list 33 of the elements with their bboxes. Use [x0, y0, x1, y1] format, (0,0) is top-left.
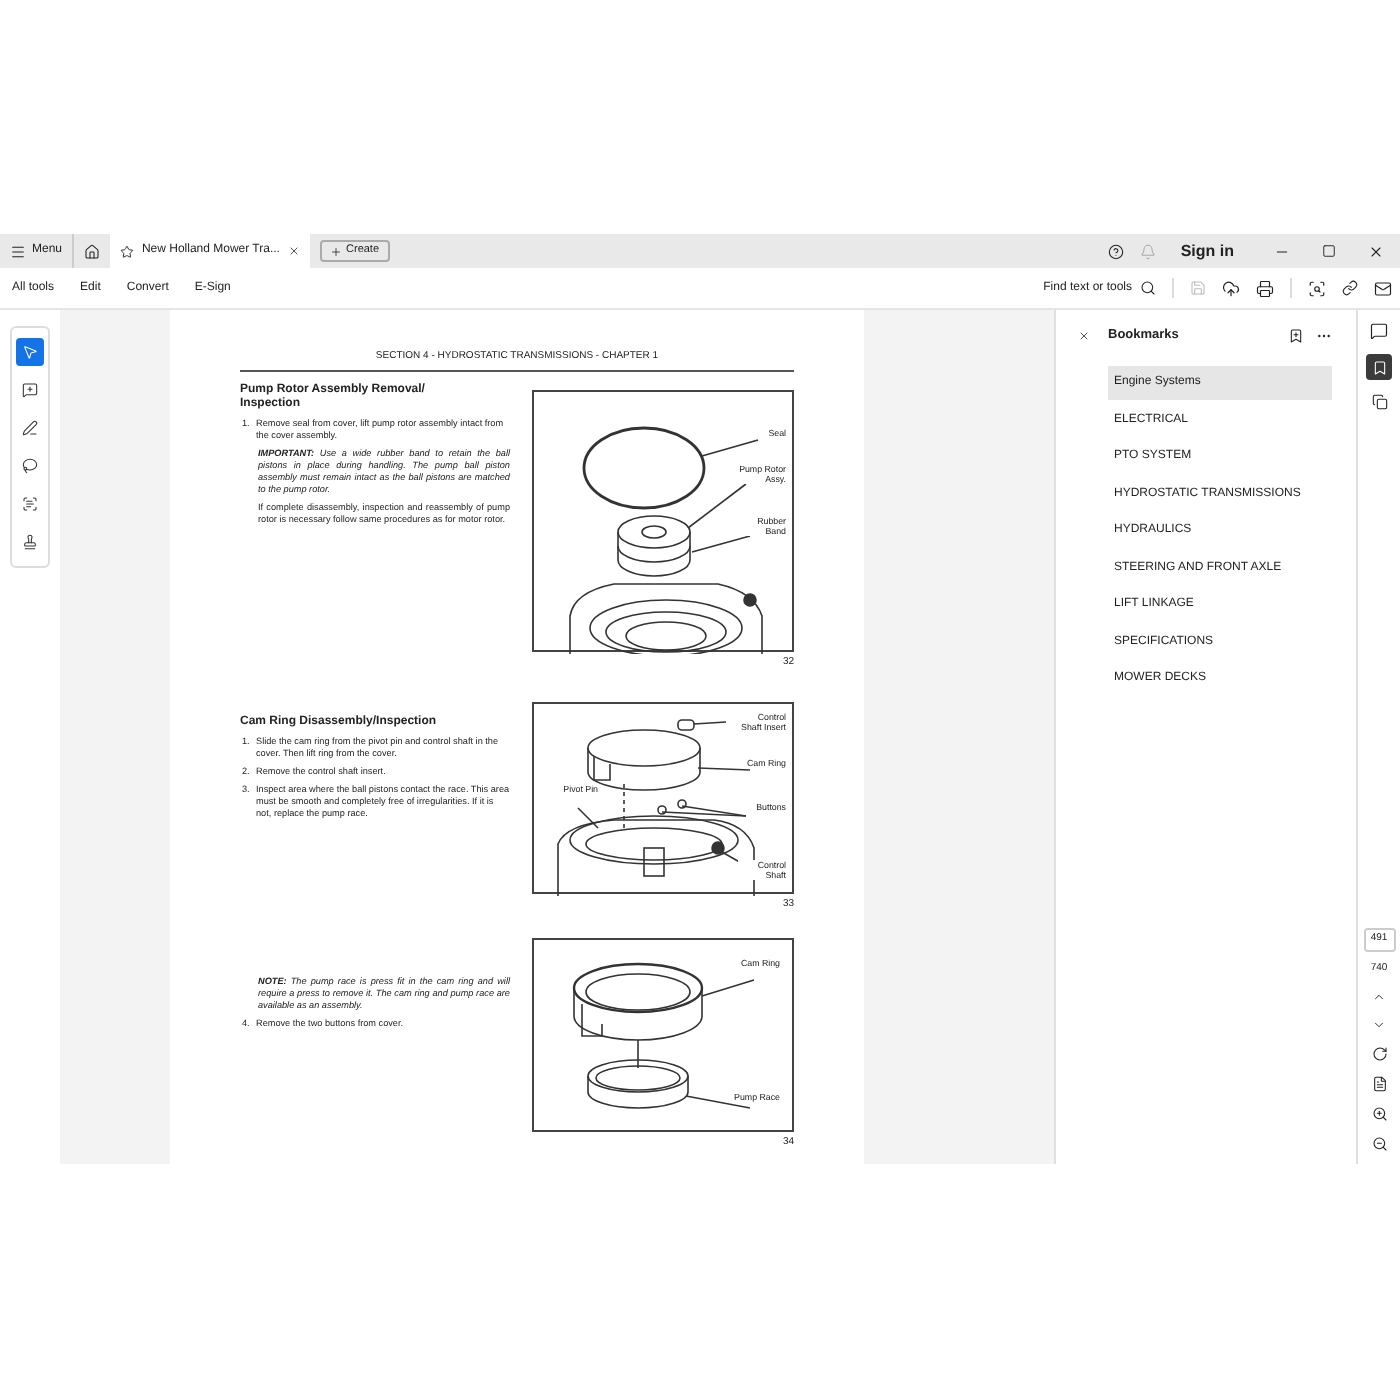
help-icon[interactable]: [1108, 243, 1125, 259]
add-bookmark-icon[interactable]: [1288, 327, 1304, 344]
bookmarks-panel-button[interactable]: [1366, 354, 1392, 380]
sign-in-button[interactable]: Sign in: [1172, 239, 1242, 263]
pointer-icon: [22, 344, 38, 360]
star-icon: [120, 243, 134, 259]
close-icon[interactable]: [1078, 329, 1090, 342]
mail-icon[interactable]: [1374, 279, 1392, 297]
print-icon[interactable]: [1256, 279, 1274, 297]
plus-icon: [330, 245, 343, 257]
comment-icon: [22, 382, 38, 398]
close-icon[interactable]: [1368, 243, 1384, 259]
file-icon[interactable]: [1371, 1076, 1387, 1092]
close-icon[interactable]: [287, 244, 301, 258]
chevron-up-icon[interactable]: [1372, 990, 1386, 1004]
home-icon: [84, 243, 101, 259]
chevron-down-icon[interactable]: [1372, 1018, 1386, 1032]
stamp-icon: [22, 534, 38, 550]
tool-button[interactable]: [16, 338, 44, 366]
zoom-out-icon[interactable]: [1371, 1136, 1387, 1152]
upload-icon[interactable]: [1222, 279, 1240, 297]
search-icon: [1140, 280, 1156, 296]
comment-icon[interactable]: [1370, 322, 1388, 340]
zoom-in-icon[interactable]: [1371, 1106, 1387, 1122]
bookmark-icon: [1371, 359, 1387, 375]
pen-icon: [22, 420, 38, 436]
maximize-icon[interactable]: [1322, 244, 1336, 258]
text-box-icon: [22, 496, 38, 512]
rotate-icon[interactable]: [1371, 1046, 1387, 1062]
menu-icon: [10, 243, 26, 259]
lasso-icon: [22, 458, 38, 474]
pages-icon[interactable]: [1371, 394, 1387, 410]
link-icon[interactable]: [1342, 280, 1358, 296]
